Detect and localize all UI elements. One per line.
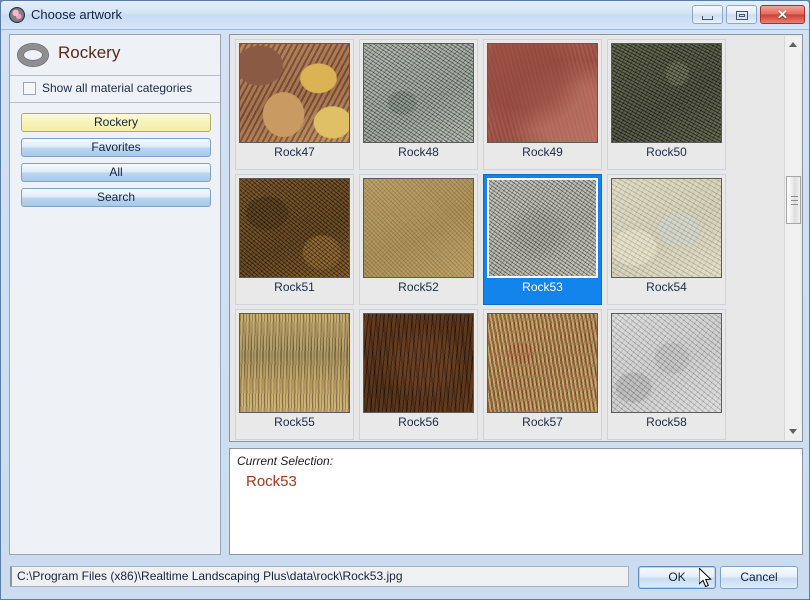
artwork-grid-panel: Rock47 Rock48 Rock49 Rock50 Rock51 Rock5… (229, 34, 803, 442)
artwork-thumbnail (611, 43, 722, 143)
close-button[interactable]: ✕ (760, 5, 805, 24)
close-icon: ✕ (777, 7, 788, 22)
minimize-button[interactable] (692, 5, 723, 24)
artwork-thumbnail (239, 313, 350, 413)
category-button-rockery[interactable]: Rockery (21, 113, 211, 132)
scrollbar-thumb[interactable] (786, 176, 801, 224)
artwork-label: Rock48 (398, 145, 439, 159)
artwork-thumbnail (239, 43, 350, 143)
artwork-label: Rock56 (398, 415, 439, 429)
restore-button[interactable] (726, 5, 757, 24)
window-controls: ✕ (692, 5, 805, 24)
scroll-down-arrow-icon[interactable] (785, 423, 802, 440)
stone-ring-icon (18, 44, 48, 66)
ok-button[interactable]: OK (638, 566, 716, 589)
current-selection-value: Rock53 (246, 473, 297, 490)
artwork-thumbnail (487, 43, 598, 143)
artwork-label: Rock50 (646, 145, 687, 159)
window-title: Choose artwork (31, 7, 123, 22)
artwork-thumbnail (239, 178, 350, 278)
show-all-categories-row[interactable]: Show all material categories (10, 76, 220, 103)
artwork-thumbnail (363, 43, 474, 143)
artwork-item[interactable]: Rock52 (359, 174, 478, 305)
file-path-field[interactable]: C:\Program Files (x86)\Realtime Landscap… (10, 566, 629, 587)
current-selection-panel: Current Selection: Rock53 (229, 448, 803, 555)
artwork-label: Rock51 (274, 280, 315, 294)
category-name: Rockery (58, 43, 121, 62)
artwork-item[interactable]: Rock58 (607, 309, 726, 440)
artwork-grid: Rock47 Rock48 Rock49 Rock50 Rock51 Rock5… (233, 37, 785, 441)
artwork-label: Rock52 (398, 280, 439, 294)
category-button-favorites[interactable]: Favorites (21, 138, 211, 157)
artwork-item[interactable]: Rock56 (359, 309, 478, 440)
artwork-thumbnail (487, 313, 598, 413)
choose-artwork-dialog: Choose artwork ✕ Rockery Show all materi… (0, 0, 810, 600)
category-button-search[interactable]: Search (21, 188, 211, 207)
artwork-item-selected[interactable]: Rock53 (483, 174, 602, 305)
artwork-item[interactable]: Rock49 (483, 39, 602, 170)
minimize-icon (702, 16, 713, 20)
category-button-all[interactable]: All (21, 163, 211, 182)
artwork-label: Rock54 (646, 280, 687, 294)
artwork-thumbnail (611, 313, 722, 413)
artwork-label: Rock53 (522, 280, 563, 294)
artwork-label: Rock55 (274, 415, 315, 429)
show-all-categories-label: Show all material categories (42, 81, 193, 95)
artwork-label: Rock58 (646, 415, 687, 429)
restore-icon (736, 11, 748, 20)
sidebar: Rockery Show all material categories Roc… (9, 34, 221, 555)
artwork-item[interactable]: Rock48 (359, 39, 478, 170)
grid-vertical-scrollbar[interactable] (784, 36, 802, 440)
category-button-list: Rockery Favorites All Search (21, 113, 211, 213)
scrollbar-grip-icon (791, 196, 798, 205)
artwork-label: Rock47 (274, 145, 315, 159)
artwork-label: Rock49 (522, 145, 563, 159)
artwork-label: Rock57 (522, 415, 563, 429)
title-bar: Choose artwork ✕ (1, 1, 809, 30)
category-header: Rockery (10, 35, 220, 76)
cancel-button[interactable]: Cancel (720, 566, 798, 589)
artwork-thumbnail (363, 313, 474, 413)
artwork-item[interactable]: Rock51 (235, 174, 354, 305)
artwork-item[interactable]: Rock55 (235, 309, 354, 440)
artwork-item[interactable]: Rock50 (607, 39, 726, 170)
artwork-item[interactable]: Rock54 (607, 174, 726, 305)
artwork-item[interactable]: Rock47 (235, 39, 354, 170)
artwork-thumbnail (611, 178, 722, 278)
artwork-thumbnail (487, 178, 598, 278)
app-flower-icon (9, 7, 25, 23)
artwork-item[interactable]: Rock57 (483, 309, 602, 440)
scroll-up-arrow-icon[interactable] (785, 36, 802, 53)
artwork-thumbnail (363, 178, 474, 278)
show-all-categories-checkbox[interactable] (23, 82, 36, 95)
current-selection-caption: Current Selection: (237, 454, 334, 468)
